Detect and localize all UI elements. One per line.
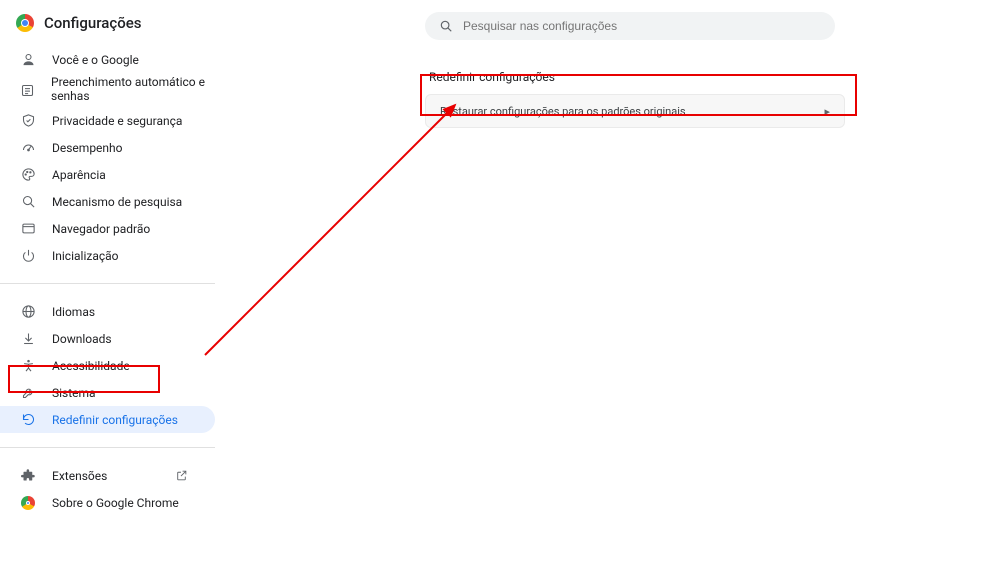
sidebar-item-label: Inicialização	[52, 249, 119, 263]
sidebar-item-list[interactable]: Preenchimento automático e senhas	[0, 73, 215, 107]
palette-icon	[20, 167, 36, 183]
sidebar-item-person[interactable]: Você e o Google	[0, 46, 215, 73]
sidebar-item-label: Downloads	[52, 332, 112, 346]
person-icon	[20, 52, 36, 68]
sidebar-item-chrome[interactable]: Sobre o Google Chrome	[0, 489, 215, 516]
shield-icon	[20, 113, 36, 129]
sidebar: Configurações Você e o Google Preenchimen…	[0, 0, 215, 567]
list-icon	[20, 82, 35, 98]
sidebar-item-window[interactable]: Navegador padrão	[0, 215, 215, 242]
sidebar-item-restore[interactable]: Redefinir configurações	[0, 406, 215, 433]
sidebar-item-label: Navegador padrão	[52, 222, 150, 236]
sidebar-divider	[0, 447, 215, 448]
sidebar-item-label: Privacidade e segurança	[52, 114, 182, 128]
sidebar-nav-tertiary: Extensões Sobre o Google Chrome	[0, 458, 215, 520]
puzzle-icon	[20, 468, 36, 484]
sidebar-item-power[interactable]: Inicialização	[0, 242, 215, 269]
sidebar-item-globe[interactable]: Idiomas	[0, 298, 215, 325]
search-icon	[20, 194, 36, 210]
sidebar-divider	[0, 283, 215, 284]
sidebar-item-wrench[interactable]: Sistema	[0, 379, 215, 406]
sidebar-item-label: Desempenho	[52, 141, 123, 155]
wrench-icon	[20, 385, 36, 401]
sidebar-item-label: Preenchimento automático e senhas	[51, 76, 215, 104]
search-input[interactable]	[463, 19, 821, 33]
page-title: Configurações	[44, 14, 141, 32]
restore-icon	[20, 412, 36, 428]
sidebar-item-label: Idiomas	[52, 305, 95, 319]
sidebar-item-label: Redefinir configurações	[52, 413, 178, 427]
speedometer-icon	[20, 140, 36, 156]
chrome-icon	[20, 495, 36, 511]
sidebar-item-label: Sistema	[52, 386, 96, 400]
sidebar-item-accessibility[interactable]: Acessibilidade	[0, 352, 215, 379]
search-field[interactable]	[425, 12, 835, 40]
sidebar-item-speedometer[interactable]: Desempenho	[0, 134, 215, 161]
sidebar-nav-secondary: Idiomas Downloads Acessibilidade Sistema Red…	[0, 294, 215, 437]
sidebar-item-download[interactable]: Downloads	[0, 325, 215, 352]
power-icon	[20, 248, 36, 264]
sidebar-item-label: Mecanismo de pesquisa	[52, 195, 182, 209]
window-icon	[20, 221, 36, 237]
search-icon	[439, 19, 453, 33]
sidebar-item-label: Aparência	[52, 168, 106, 182]
chrome-logo-icon	[16, 14, 34, 32]
card-label: Restaurar configurações para os padrões …	[440, 105, 686, 118]
sidebar-item-label: Acessibilidade	[52, 359, 130, 373]
accessibility-icon	[20, 358, 36, 374]
sidebar-item-palette[interactable]: Aparência	[0, 161, 215, 188]
sidebar-item-label: Extensões	[52, 469, 107, 483]
download-icon	[20, 331, 36, 347]
section-title: Redefinir configurações	[429, 70, 555, 84]
external-link-icon	[173, 468, 189, 484]
sidebar-item-label: Sobre o Google Chrome	[52, 496, 179, 510]
sidebar-item-shield[interactable]: Privacidade e segurança	[0, 107, 215, 134]
chevron-right-icon: ▸	[824, 105, 830, 118]
sidebar-header: Configurações	[0, 14, 215, 42]
globe-icon	[20, 304, 36, 320]
sidebar-nav-primary: Você e o Google Preenchimento automático …	[0, 42, 215, 273]
sidebar-item-search[interactable]: Mecanismo de pesquisa	[0, 188, 215, 215]
restore-settings-card[interactable]: Restaurar configurações para os padrões …	[425, 94, 845, 128]
sidebar-item-puzzle[interactable]: Extensões	[0, 462, 215, 489]
sidebar-item-label: Você e o Google	[52, 53, 139, 67]
main-content: Redefinir configurações Restaurar config…	[215, 0, 1000, 567]
